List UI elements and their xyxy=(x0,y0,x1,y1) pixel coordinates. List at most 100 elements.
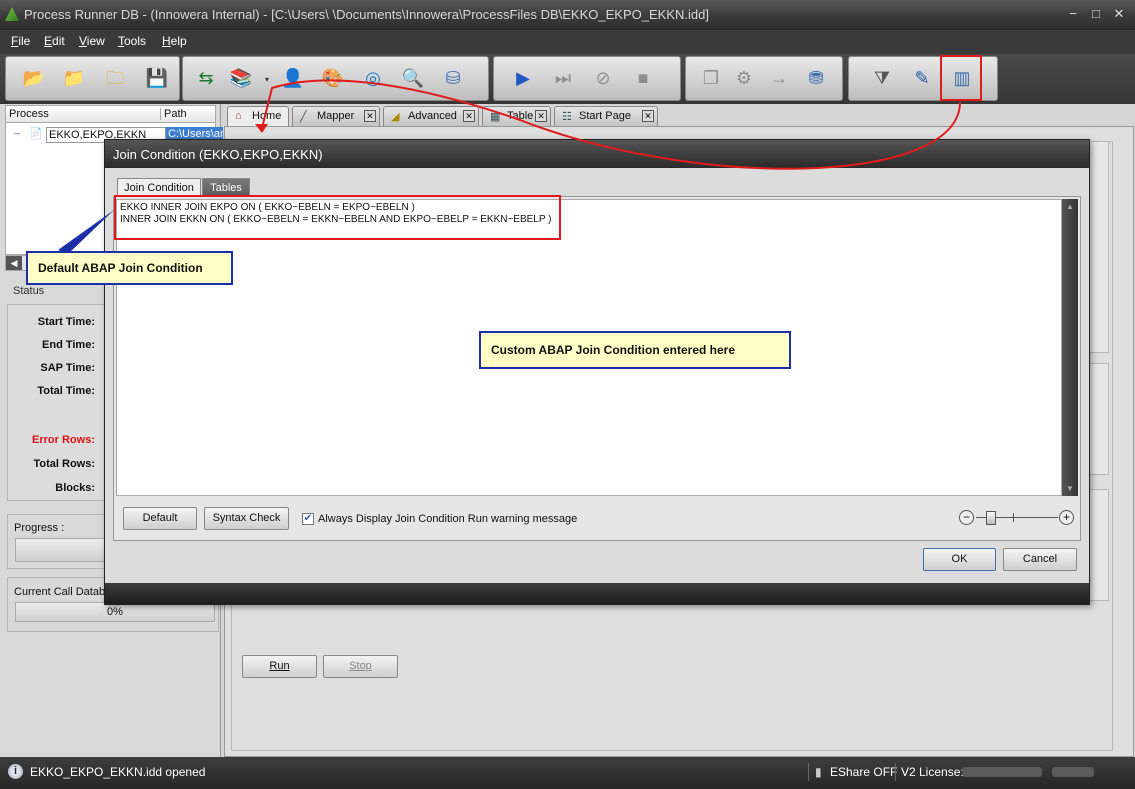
transfer-icon[interactable]: ⇆ xyxy=(193,65,219,91)
save-icon[interactable]: 💾 xyxy=(144,65,170,91)
status-separator xyxy=(895,763,896,781)
stop-step-icon[interactable]: ⊘ xyxy=(590,65,616,91)
menu-file[interactable]: File xyxy=(11,34,30,48)
menu-view[interactable]: View xyxy=(79,34,105,48)
disk-icon[interactable]: ◎ xyxy=(360,65,386,91)
always-display-checkbox[interactable]: ✔ xyxy=(302,513,314,525)
step-icon[interactable]: ⏭ xyxy=(550,65,576,91)
open-folder-icon[interactable]: 📂 xyxy=(21,65,47,91)
start-page-icon: ☷ xyxy=(562,111,572,123)
process-file-icon: 📄 xyxy=(29,128,43,140)
menu-help[interactable]: Help xyxy=(162,34,187,48)
column-path[interactable]: Path xyxy=(160,108,187,120)
user-redacted xyxy=(1052,767,1094,777)
total-rows-label: Total Rows: xyxy=(33,458,95,470)
transfer-db-icon[interactable]: ⛃ xyxy=(803,65,829,91)
copy-icon[interactable]: ❐ xyxy=(698,65,724,91)
zoom-in-icon[interactable]: + xyxy=(1059,510,1074,525)
progress-label: Progress : xyxy=(14,522,65,534)
zoom-tick xyxy=(1013,513,1014,522)
error-rows-label: Error Rows: xyxy=(32,434,95,446)
ok-button[interactable]: OK xyxy=(923,548,996,571)
eshare-status[interactable]: EShare OFF xyxy=(830,765,897,779)
tab-home[interactable]: ⌂ Home xyxy=(227,106,289,126)
filter-icon[interactable]: ⧩ xyxy=(869,65,895,91)
tab-start-page[interactable]: ☷ Start Page ✕ xyxy=(554,106,658,126)
database-icon[interactable]: ⛁ xyxy=(440,65,466,91)
dialog-title: Join Condition (EKKO,EKPO,EKKN) xyxy=(105,140,1089,168)
tab-home-label: Home xyxy=(252,110,282,122)
app-logo-icon xyxy=(5,7,19,21)
run-label: Run xyxy=(269,660,290,672)
sap-time-label: SAP Time: xyxy=(40,362,95,374)
stop-label: Stop xyxy=(349,660,372,672)
tab-start-page-label: Start Page xyxy=(579,110,631,122)
editor-scrollbar[interactable]: ▲ ▼ xyxy=(1062,199,1078,496)
books-icon[interactable]: 📚 xyxy=(228,65,254,91)
column-process[interactable]: Process xyxy=(9,108,49,120)
toolbar-group-tools: ⇆ 📚 ▾ 👤 🎨 ◎ 🔍 ⛁ xyxy=(182,56,489,101)
license-label: V2 License: xyxy=(901,765,964,779)
dropdown-arrow-icon[interactable]: ▾ xyxy=(265,75,271,84)
play-icon[interactable]: ▶ xyxy=(510,65,536,91)
license-redacted xyxy=(962,767,1042,777)
tree-line: ┉ xyxy=(14,129,21,140)
toolbar-group-db: ❐ ⚙ → ⛃ xyxy=(685,56,843,101)
end-time-label: End Time: xyxy=(42,339,95,351)
tab-advanced[interactable]: ◢ Advanced ✕ xyxy=(383,106,479,126)
menu-tools[interactable]: Tools xyxy=(118,34,146,48)
home-icon: ⌂ xyxy=(235,110,242,122)
scroll-up-icon[interactable]: ▲ xyxy=(1062,202,1078,211)
close-tab-icon[interactable]: ✕ xyxy=(642,110,654,122)
zoom-out-icon[interactable]: − xyxy=(959,510,974,525)
status-separator xyxy=(808,763,809,781)
cancel-button[interactable]: Cancel xyxy=(1003,548,1077,571)
stop-button[interactable]: Stop xyxy=(323,655,398,678)
tab-advanced-label: Advanced xyxy=(408,110,457,122)
dialog-footer xyxy=(105,583,1089,604)
connection-icon[interactable]: → xyxy=(766,65,792,91)
close-tab-icon[interactable]: ✕ xyxy=(364,110,376,122)
zoom-slider[interactable]: − + xyxy=(959,509,1077,527)
status-message: EKKO_EKPO_EKKN.idd opened xyxy=(30,765,206,779)
palette-icon[interactable]: 🎨 xyxy=(320,65,346,91)
syntax-check-button[interactable]: Syntax Check xyxy=(204,507,289,530)
folder-icon[interactable]: 📁 xyxy=(61,65,87,91)
table-icon: ▦ xyxy=(490,111,501,123)
default-join-highlight xyxy=(114,195,561,240)
info-icon: i xyxy=(8,764,23,779)
toolbar-join-highlight xyxy=(940,55,982,101)
default-button[interactable]: Default xyxy=(123,507,197,530)
tab-table-label: Table xyxy=(507,110,534,122)
menu-edit[interactable]: Edit xyxy=(44,34,65,48)
blocks-label: Blocks: xyxy=(55,482,95,494)
eshare-icon: ▮ xyxy=(815,765,822,779)
tab-mapper[interactable]: ╱ Mapper ✕ xyxy=(292,106,380,126)
stop-icon[interactable]: ■ xyxy=(630,65,656,91)
close-tab-icon[interactable]: ✕ xyxy=(463,110,475,122)
advanced-icon: ◢ xyxy=(391,111,400,123)
run-config-icon[interactable]: ⚙ xyxy=(731,65,757,91)
close-tab-icon[interactable]: ✕ xyxy=(535,110,547,122)
folder-open-icon[interactable]: 🗀 xyxy=(102,65,128,91)
current-call-progress: 0% xyxy=(15,602,215,622)
toolbar-group-file: 📂 📁 🗀 💾 xyxy=(5,56,180,101)
total-time-label: Total Time: xyxy=(37,385,95,397)
scroll-left-icon[interactable]: ◀ xyxy=(6,256,22,270)
tab-mapper-label: Mapper xyxy=(317,110,355,122)
user-icon[interactable]: 👤 xyxy=(280,65,306,91)
document-tabs: ⌂ Home ╱ Mapper ✕ ◢ Advanced ✕ ▦ Table ✕… xyxy=(226,104,1126,126)
edit-document-icon[interactable]: ✎ xyxy=(909,65,935,91)
callout-default-abap: Default ABAP Join Condition xyxy=(26,251,233,285)
tab-table[interactable]: ▦ Table ✕ xyxy=(482,106,551,126)
callout-custom-abap: Custom ABAP Join Condition entered here xyxy=(479,331,791,369)
maximize-icon[interactable]: □ xyxy=(1085,5,1107,23)
run-button[interactable]: Run xyxy=(242,655,317,678)
always-display-label: Always Display Join Condition Run warnin… xyxy=(318,513,578,525)
scroll-down-icon[interactable]: ▼ xyxy=(1062,484,1078,493)
minimize-icon[interactable]: − xyxy=(1062,5,1084,23)
close-icon[interactable]: ✕ xyxy=(1108,5,1130,23)
zoom-thumb[interactable] xyxy=(986,511,996,525)
toolbar-group-run: ▶ ⏭ ⊘ ■ xyxy=(493,56,681,101)
server-search-icon[interactable]: 🔍 xyxy=(400,65,426,91)
